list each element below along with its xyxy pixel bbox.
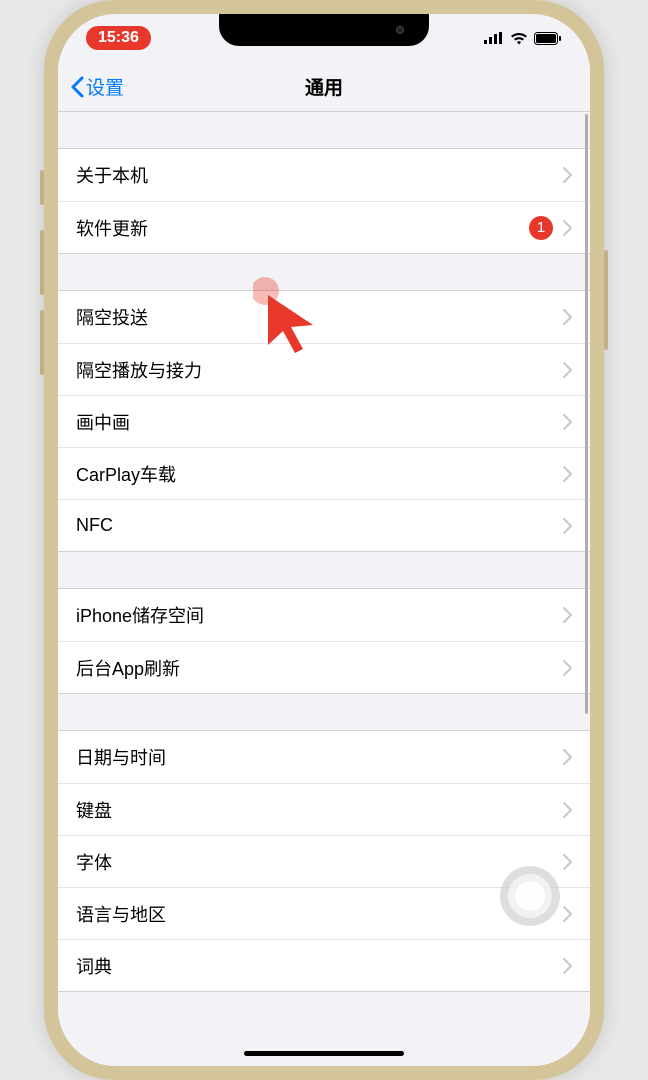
chevron-right-icon [563,518,572,534]
nav-bar: 设置 通用 [58,62,590,112]
back-chevron-icon [70,76,84,98]
cellular-icon [484,32,504,44]
list-item-background-refresh[interactable]: 后台App刷新 [58,641,590,693]
item-label: iPhone储存空间 [76,602,563,628]
item-label: 后台App刷新 [76,655,563,681]
item-label: 字体 [76,849,563,875]
status-icons [484,32,562,45]
chevron-right-icon [563,362,572,378]
list-item-about[interactable]: 关于本机 [58,149,590,201]
chevron-right-icon [563,220,572,236]
back-label: 设置 [86,73,124,100]
chevron-right-icon [563,802,572,818]
list-group: iPhone储存空间 后台App刷新 [58,588,590,694]
item-label: 软件更新 [76,215,529,241]
update-badge: 1 [529,216,553,240]
notch [219,14,429,46]
item-label: NFC [76,515,563,536]
chevron-right-icon [563,414,572,430]
list-group: 隔空投送 隔空播放与接力 画中画 CarPlay车载 NFC [58,290,590,552]
power-button [604,250,608,350]
assistive-touch-inner [508,874,552,918]
back-button[interactable]: 设置 [70,73,124,100]
chevron-right-icon [563,607,572,623]
phone-frame: 15:36 设置 通用 关于本机 [44,0,604,1080]
wifi-icon [510,32,528,45]
item-label: 隔空投送 [76,304,563,330]
chevron-right-icon [563,906,572,922]
list-item-storage[interactable]: iPhone储存空间 [58,589,590,641]
chevron-right-icon [563,660,572,676]
group-spacer [58,254,590,290]
list-item-datetime[interactable]: 日期与时间 [58,731,590,783]
list-item-carplay[interactable]: CarPlay车载 [58,447,590,499]
list-item-keyboard[interactable]: 键盘 [58,783,590,835]
scrollbar[interactable] [585,114,588,714]
phone-screen: 15:36 设置 通用 关于本机 [58,14,590,1066]
item-label: 关于本机 [76,162,563,188]
item-label: 键盘 [76,797,563,823]
assistive-touch[interactable] [500,866,560,926]
volume-down [40,310,44,375]
chevron-right-icon [563,466,572,482]
list-item-nfc[interactable]: NFC [58,499,590,551]
list-group: 关于本机 软件更新 1 [58,148,590,254]
group-spacer [58,552,590,588]
item-label: CarPlay车载 [76,461,563,487]
chevron-right-icon [563,749,572,765]
group-spacer [58,112,590,148]
list-item-pip[interactable]: 画中画 [58,395,590,447]
chevron-right-icon [563,854,572,870]
chevron-right-icon [563,958,572,974]
list-item-airdrop[interactable]: 隔空投送 [58,291,590,343]
item-label: 日期与时间 [76,744,563,770]
group-spacer [58,694,590,730]
volume-up [40,230,44,295]
list-item-dictionary[interactable]: 词典 [58,939,590,991]
item-label: 词典 [76,953,563,979]
item-label: 画中画 [76,409,563,435]
list-item-airplay[interactable]: 隔空播放与接力 [58,343,590,395]
page-title: 通用 [305,73,343,100]
home-indicator[interactable] [244,1051,404,1056]
assistive-touch-core [515,881,545,911]
recording-indicator[interactable]: 15:36 [86,26,151,50]
list-group: 日期与时间 键盘 字体 语言与地区 词典 [58,730,590,992]
mute-switch [40,170,44,205]
battery-icon [534,32,562,45]
list-item-software-update[interactable]: 软件更新 1 [58,201,590,253]
scroll-area[interactable]: 关于本机 软件更新 1 隔空投送 隔空播放与接力 [58,112,590,1066]
chevron-right-icon [563,167,572,183]
front-camera [396,26,404,34]
item-label: 语言与地区 [76,901,563,927]
chevron-right-icon [563,309,572,325]
item-label: 隔空播放与接力 [76,357,563,383]
